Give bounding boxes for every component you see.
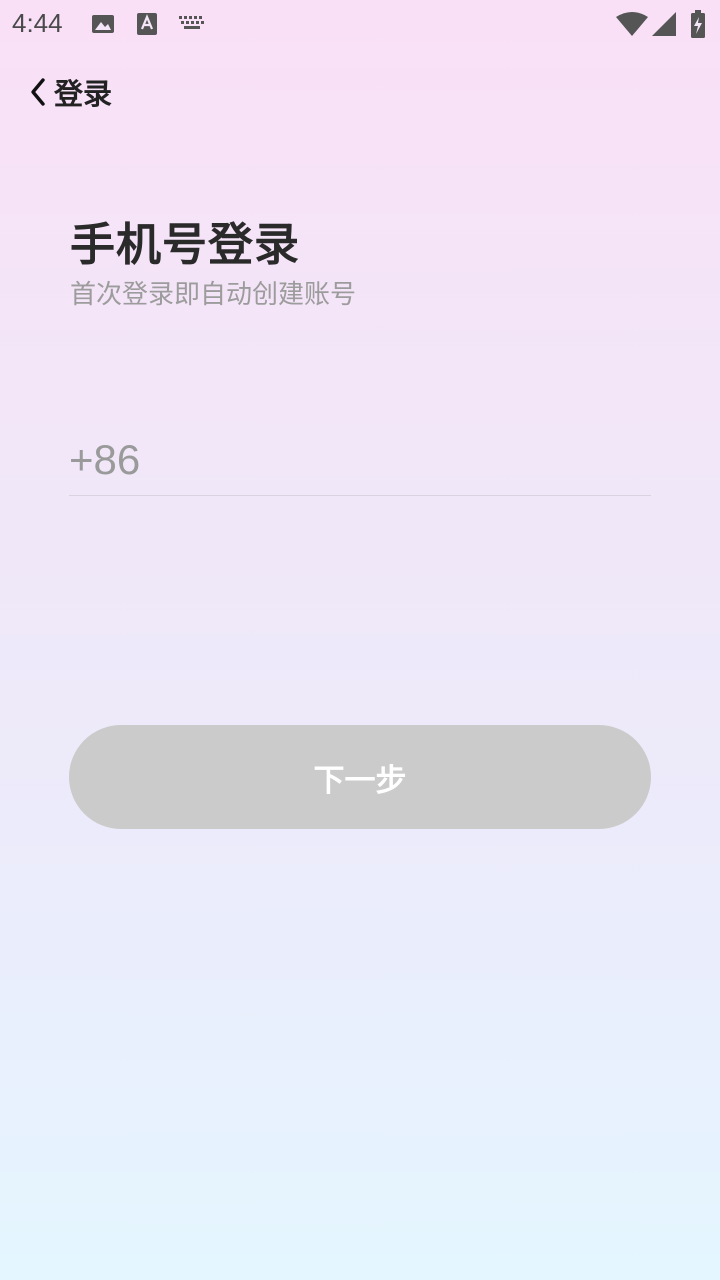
page-subtitle: 首次登录即自动创建账号 [70,280,357,310]
chevron-left-icon [31,78,45,106]
back-button[interactable]: 登录 [28,68,112,116]
page-title: 手机号登录 [70,218,301,271]
country-code[interactable]: +86 [69,436,140,484]
phone-number-input[interactable] [152,429,651,491]
battery-charging-icon [691,10,705,38]
next-step-button[interactable]: 下一步 [69,725,651,829]
status-time: 4:44 [12,8,63,38]
phone-number-field[interactable]: +86 [69,425,651,496]
keyboard-icon [179,16,204,29]
wifi-icon [616,12,648,36]
image-icon [92,15,114,33]
nav-title: 登录 [54,77,113,111]
text-a-icon [137,13,157,35]
navigation-bar: 登录 [0,60,720,124]
status-bar: 4:44 [0,0,720,50]
cell-signal-icon [652,12,676,36]
